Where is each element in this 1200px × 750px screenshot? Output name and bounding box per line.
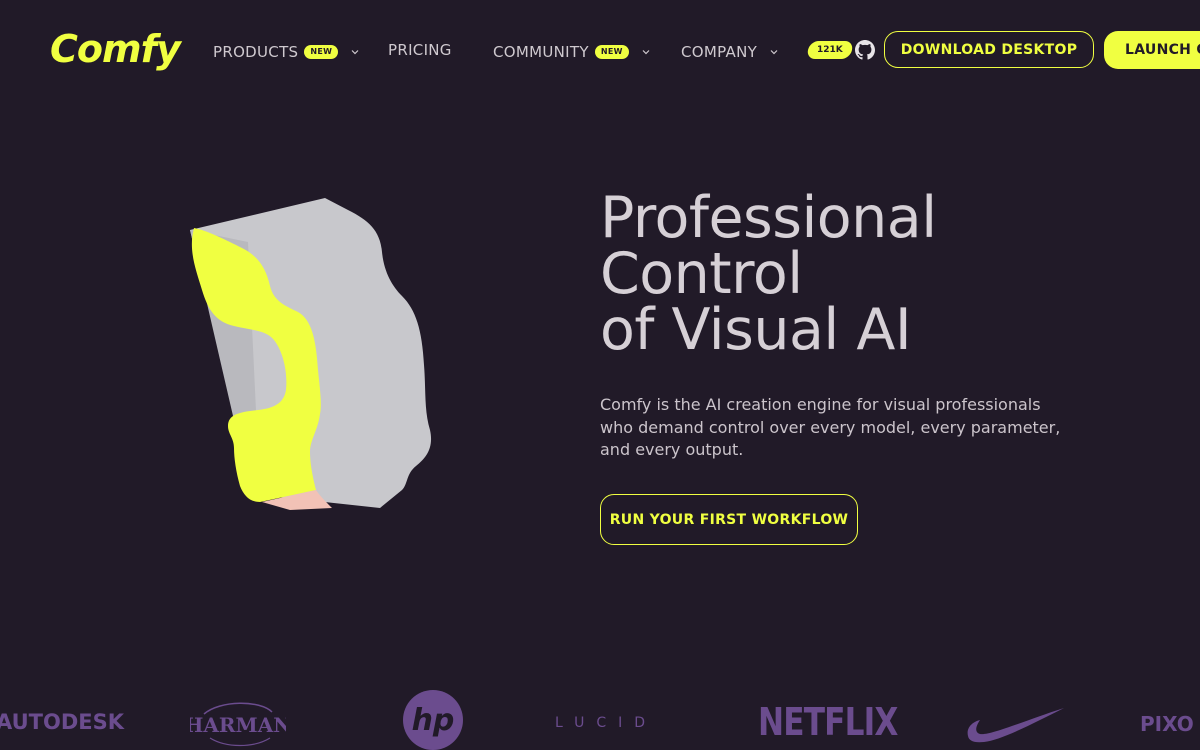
lucid-logo: LUCID (555, 715, 658, 731)
hero-title-line-1: Professional (600, 185, 937, 251)
launch-cloud-button[interactable]: LAUNCH C (1104, 31, 1200, 69)
new-badge: NEW (304, 45, 339, 59)
github-icon[interactable] (855, 40, 875, 60)
new-badge: NEW (594, 45, 629, 59)
hp-logo: hp (403, 690, 463, 750)
autodesk-logo: AUTODESK (0, 710, 125, 734)
nike-swoosh-logo (967, 708, 1064, 743)
nav-community[interactable]: COMMUNITY NEW (493, 40, 651, 64)
nav-community-label: COMMUNITY (493, 43, 589, 61)
page: Comfy PRODUCTS NEW PRICING COMMUNITY NEW… (0, 0, 1200, 750)
logo-text: Comfy (50, 28, 183, 71)
hero-description: Comfy is the AI creation engine for visu… (600, 395, 1061, 459)
hero-title: Professional Control of Visual AI (600, 185, 1160, 363)
chevron-down-icon (770, 50, 778, 55)
netflix-logo: NETFLIX (758, 700, 898, 744)
hero-title-line-3: of Visual AI (600, 297, 912, 363)
customer-logo-strip: AUTODESK HARMAN hp LUCID NETFLIX PIXO (0, 690, 1200, 750)
chevron-down-icon (642, 50, 650, 55)
comfy-logo[interactable]: Comfy (48, 28, 184, 72)
chevron-down-icon (351, 50, 359, 55)
comfy-3d-logo-illustration (190, 198, 432, 510)
nav-pricing[interactable]: PRICING (388, 38, 452, 62)
nav-products-label: PRODUCTS (213, 43, 299, 61)
nav-company-label: COMPANY (681, 43, 758, 61)
hero-title-line-2: Control (600, 241, 803, 307)
top-nav: Comfy PRODUCTS NEW PRICING COMMUNITY NEW… (0, 0, 1200, 100)
github-stars-count: 121K (817, 45, 843, 55)
run-first-workflow-button[interactable]: RUN YOUR FIRST WORKFLOW (600, 494, 858, 545)
nav-pricing-label: PRICING (388, 41, 452, 59)
harman-logo-text: HARMAN (190, 713, 286, 737)
nav-company[interactable]: COMPANY (681, 40, 779, 64)
download-desktop-button[interactable]: DOWNLOAD DESKTOP (884, 31, 1094, 68)
nav-products[interactable]: PRODUCTS NEW (213, 40, 360, 64)
pixo-logo: PIXO (1140, 712, 1194, 736)
hp-logo-text: hp (412, 703, 455, 738)
harman-logo: HARMAN (190, 702, 286, 747)
github-stars-badge[interactable]: 121K (806, 41, 854, 59)
